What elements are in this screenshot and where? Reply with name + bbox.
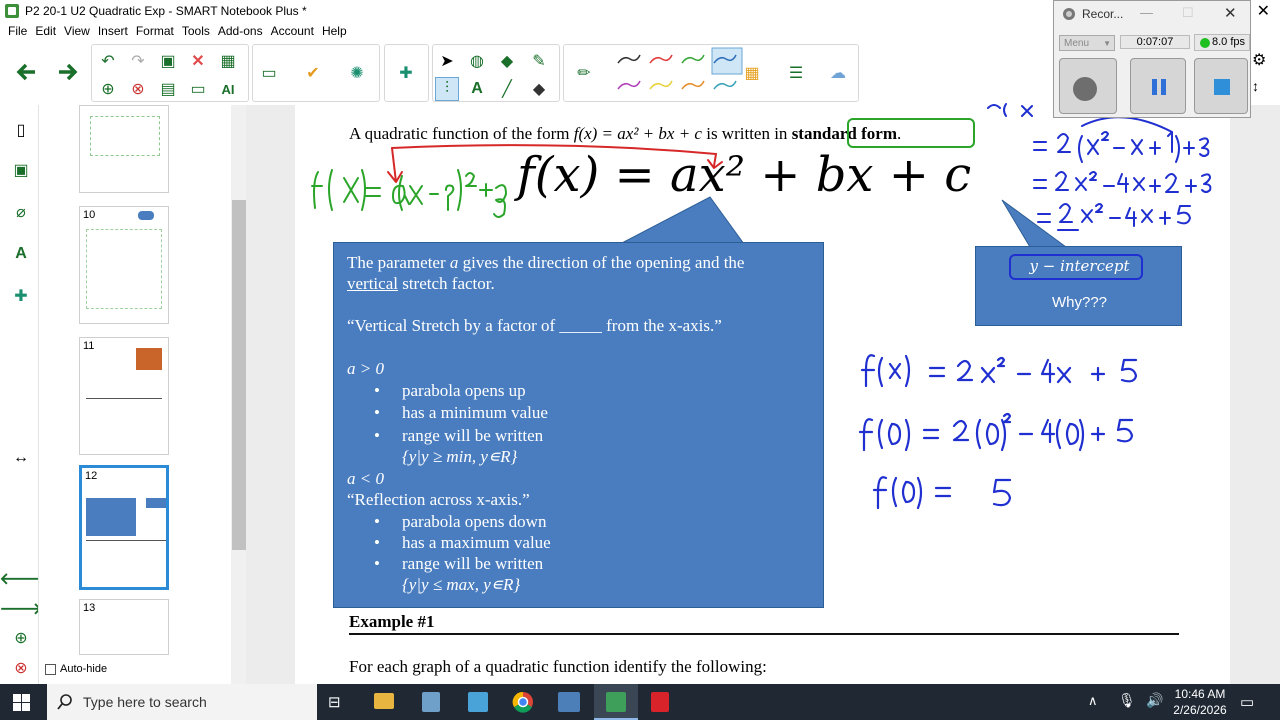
recorder-window: Recor... — ☐ ✕ Menu ▼ 0:07:07 8.0 fps <box>1053 0 1251 118</box>
stop-button[interactable] <box>1194 58 1248 114</box>
recording-status-icon <box>1200 38 1210 48</box>
recorder-title: Recor... <box>1082 7 1124 21</box>
search-icon <box>57 694 72 710</box>
red-arrow-ink <box>387 144 723 183</box>
blue-completing-work-ink <box>987 103 1212 231</box>
chevron-up-icon[interactable]: ∧ <box>1088 693 1098 709</box>
acrobat-icon[interactable] <box>651 692 669 712</box>
recorder-fps: 8.0 fps <box>1212 36 1246 48</box>
smart-notebook-taskbar-button[interactable] <box>594 684 638 720</box>
notebook-app-icon[interactable] <box>468 692 488 712</box>
clock-time: 10:46 AM <box>1174 687 1226 701</box>
smart-notebook-icon <box>606 692 626 712</box>
stop-icon <box>1214 79 1230 95</box>
blue-evaluation-ink <box>858 354 1138 510</box>
pause-icon <box>1152 79 1166 95</box>
file-explorer-icon[interactable] <box>374 693 394 709</box>
settings-gear-icon[interactable]: ⚙ <box>1252 50 1266 70</box>
clock-date: 2/26/2026 <box>1173 703 1227 717</box>
chrome-icon[interactable] <box>512 691 534 716</box>
taskbar-search-box[interactable]: Type here to search <box>47 684 317 720</box>
speaker-icon[interactable]: 🔊 <box>1146 692 1163 709</box>
app-icon[interactable] <box>558 692 580 712</box>
recorder-minimize-button[interactable]: — <box>1140 5 1153 20</box>
chevron-down-icon: ▼ <box>1103 38 1111 48</box>
record-icon <box>1073 77 1097 101</box>
task-view-icon[interactable]: ⊟ <box>328 693 341 711</box>
green-vertex-form-ink <box>311 169 507 218</box>
recorder-close-button[interactable]: ✕ <box>1224 4 1237 22</box>
windows-start-icon[interactable] <box>13 694 30 714</box>
notification-icon[interactable]: ▭ <box>1240 693 1254 711</box>
clock[interactable]: 10:46 AM 2/26/2026 <box>1170 687 1230 717</box>
recorder-maximize-button[interactable]: ☐ <box>1182 5 1194 21</box>
recorder-menu-dropdown[interactable]: Menu ▼ <box>1059 35 1115 51</box>
recorder-icon <box>1062 7 1076 21</box>
recorder-menu-label: Menu <box>1064 37 1090 49</box>
microphone-icon[interactable]: 🎙 <box>1118 692 1136 709</box>
pause-button[interactable] <box>1130 58 1186 114</box>
recorder-elapsed-time: 0:07:07 <box>1120 35 1190 49</box>
windows-taskbar: Type here to search ⊟ ∧ 🎙 🔊 10:46 AM 2/2… <box>0 684 1280 720</box>
standard-form-ink-box <box>847 118 975 148</box>
move-toolbar-icon[interactable]: ↕ <box>1252 78 1259 94</box>
record-button[interactable] <box>1059 58 1117 114</box>
app-icon[interactable] <box>422 692 440 712</box>
search-placeholder: Type here to search <box>83 694 207 710</box>
